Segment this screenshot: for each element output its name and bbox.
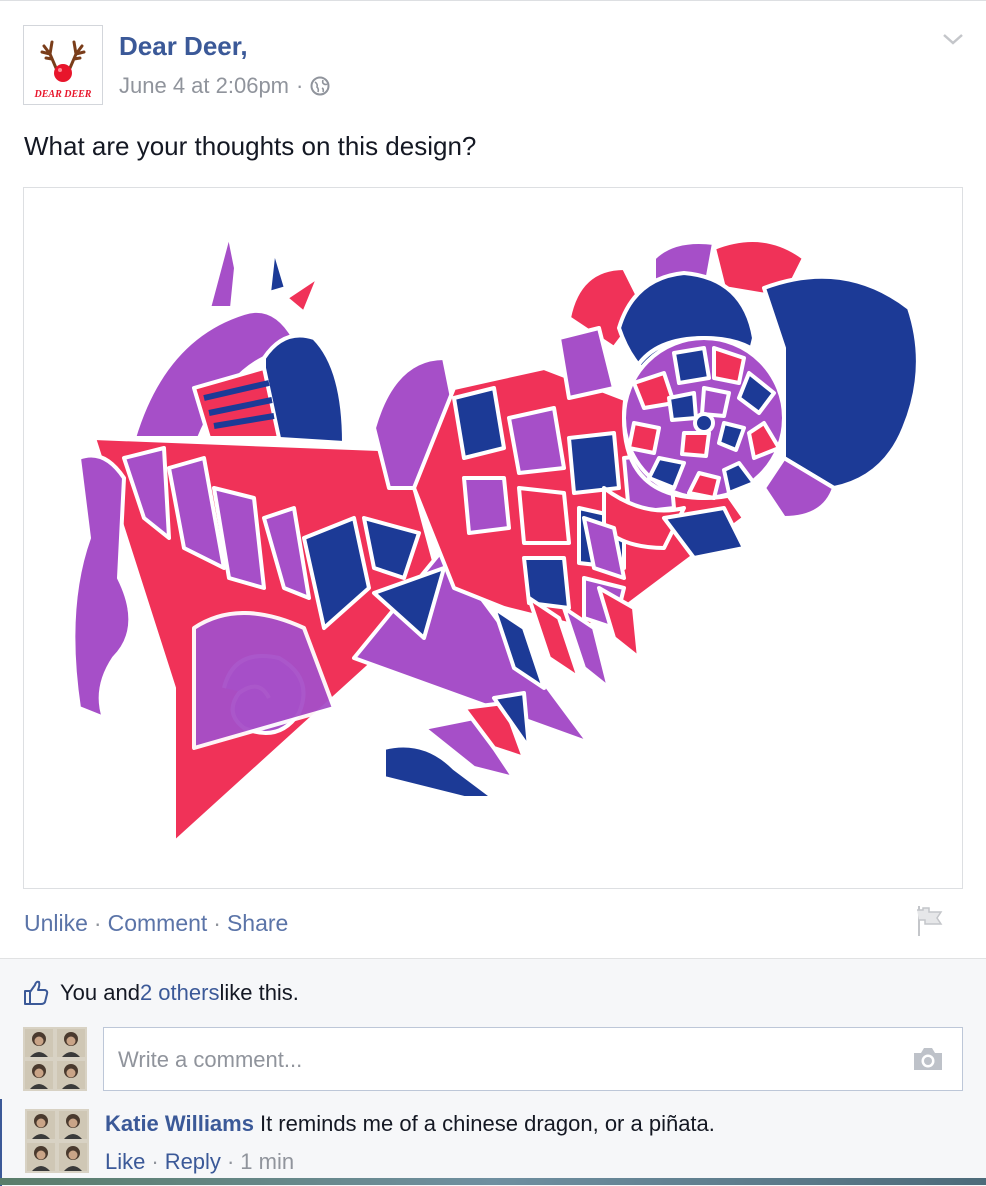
comment-text: It reminds me of a chinese dragon, or a … (259, 1111, 715, 1136)
comment-actions-separator: · (151, 1149, 159, 1174)
flag-icon[interactable] (915, 904, 945, 938)
page-avatar[interactable]: DEAR DEER (23, 25, 103, 105)
artwork-image (71, 231, 920, 845)
comment-box (103, 1027, 963, 1092)
comment-like-link[interactable]: Like (105, 1149, 145, 1175)
thumbs-up-icon (24, 980, 49, 1005)
actions-separator: · (93, 910, 102, 936)
feedback-section: You and 2 others like this. Write a comm… (0, 958, 986, 1186)
unlike-link[interactable]: Unlike (24, 910, 88, 937)
post-timestamp[interactable]: June 4 at 2:06pm (119, 73, 289, 99)
comment-actions: Like · Reply · 1 min (105, 1149, 294, 1175)
post-meta: June 4 at 2:06pm · (119, 73, 330, 99)
comment-input[interactable] (116, 1028, 880, 1092)
comment-link[interactable]: Comment (108, 910, 208, 937)
comment-reply-link[interactable]: Reply (165, 1149, 221, 1175)
commenter-avatar[interactable] (25, 1109, 89, 1173)
comment-item: Katie Williams It reminds me of a chinese… (0, 1099, 986, 1186)
post-actions: Unlike · Comment · Share (24, 910, 288, 937)
likes-prefix: You and (60, 980, 140, 1005)
likes-others-link[interactable]: 2 others (140, 980, 220, 1006)
dear-deer-logo: DEAR DEER (34, 40, 92, 100)
globe-icon[interactable] (310, 76, 330, 96)
meta-separator: · (296, 73, 304, 98)
share-link[interactable]: Share (227, 910, 288, 937)
comment-time[interactable]: 1 min (240, 1149, 294, 1175)
comment-body: Katie Williams It reminds me of a chinese… (105, 1111, 715, 1137)
like-sentence: You and 2 others like this. (22, 979, 299, 1007)
current-user-avatar[interactable] (23, 1027, 87, 1091)
chevron-down-icon[interactable] (940, 29, 966, 49)
actions-separator: · (213, 910, 221, 936)
post-text: What are your thoughts on this design? (24, 131, 477, 161)
page-name[interactable]: Dear Deer, (119, 31, 248, 62)
post-card: DEAR DEER Dear Deer, June 4 at 2:06pm · … (0, 0, 986, 1186)
comment-author[interactable]: Katie Williams (105, 1111, 254, 1136)
camera-icon[interactable] (912, 1046, 944, 1072)
post-photo[interactable] (23, 187, 963, 889)
logo-text: DEAR DEER (34, 89, 92, 100)
comment-actions-separator: · (226, 1149, 235, 1174)
likes-suffix: like this. (219, 980, 299, 1005)
